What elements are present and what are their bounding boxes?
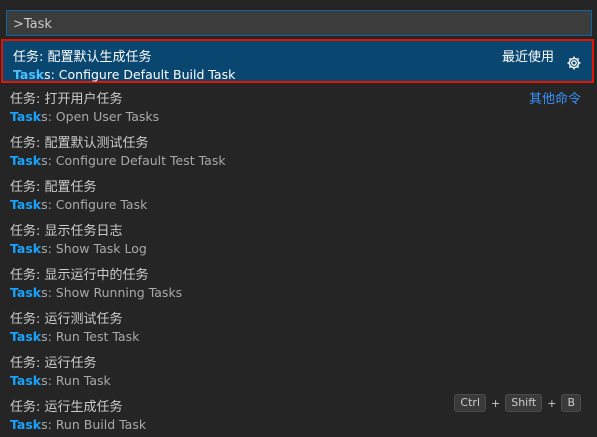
command-label-zh: 任务: 显示运行中的任务 [10,268,149,283]
command-label-en: Tasks: Open User Tasks [10,109,159,124]
recently-used-label: 最近使用 [501,50,554,65]
command-palette: 任务: 配置默认生成任务 Tasks: Configure Default Bu… [0,0,597,437]
key-b: B [561,394,581,412]
match-highlight: Task [13,67,45,82]
command-item-open-user-tasks[interactable]: 任务: 打开用户任务 Tasks: Open User Tasks 其他命令 [0,83,597,127]
command-label-zh: 任务: 配置默认测试任务 [10,136,149,151]
command-item-run-task[interactable]: 任务: 运行任务 Tasks: Run Task [0,347,597,391]
command-label-zh: 任务: 配置任务 [10,180,97,195]
command-item-run-build-task[interactable]: 任务: 运行生成任务 Tasks: Run Build Task Ctrl + … [0,391,597,435]
command-label-rest: s: Run Build Task [41,417,147,432]
key-shift: Shift [505,394,543,412]
match-highlight: Task [10,153,42,168]
command-label-rest: s: Configure Task [41,197,148,212]
command-label-rest: s: Configure Default Test Task [41,153,226,168]
key-ctrl: Ctrl [454,394,486,412]
command-label-en: Tasks: Run Test Task [10,329,139,344]
command-label-zh: 任务: 运行测试任务 [10,312,123,327]
match-highlight: Task [10,329,42,344]
match-highlight: Task [10,285,42,300]
command-label-zh: 任务: 运行任务 [10,356,97,371]
command-label-rest: s: Show Task Log [41,241,147,256]
match-highlight: Task [10,197,42,212]
command-label-en: Tasks: Show Running Tasks [10,285,182,300]
command-label-zh: 任务: 运行生成任务 [10,400,123,415]
keybinding: Ctrl + Shift + B [454,394,581,412]
command-input-box [6,10,592,36]
command-label-zh: 任务: 显示任务日志 [10,224,123,239]
other-commands-label: 其他命令 [528,92,581,107]
match-highlight: Task [10,109,42,124]
command-label-zh: 任务: 配置默认生成任务 [13,50,152,65]
key-separator: + [547,396,557,410]
command-item-configure-task[interactable]: 任务: 配置任务 Tasks: Configure Task [0,171,597,215]
command-item-show-running-tasks[interactable]: 任务: 显示运行中的任务 Tasks: Show Running Tasks [0,259,597,303]
command-item-run-test-task[interactable]: 任务: 运行测试任务 Tasks: Run Test Task [0,303,597,347]
match-highlight: Task [10,417,42,432]
command-label-en: Tasks: Run Build Task [10,417,146,432]
command-item-configure-default-build-task[interactable]: 任务: 配置默认生成任务 Tasks: Configure Default Bu… [1,39,594,83]
command-label-en: Tasks: Configure Task [10,197,147,212]
command-label-en: Tasks: Run Task [10,373,111,388]
match-highlight: Task [10,373,42,388]
command-label-en: Tasks: Configure Default Build Task [13,67,235,82]
command-list: 任务: 配置默认生成任务 Tasks: Configure Default Bu… [0,39,597,437]
command-label-en: Tasks: Show Task Log [10,241,147,256]
gear-icon[interactable] [566,55,582,71]
command-item-show-task-log[interactable]: 任务: 显示任务日志 Tasks: Show Task Log [0,215,597,259]
command-label-rest: s: Show Running Tasks [41,285,183,300]
command-item-configure-default-test-task[interactable]: 任务: 配置默认测试任务 Tasks: Configure Default Te… [0,127,597,171]
key-separator: + [491,396,501,410]
command-label-rest: s: Run Test Task [41,329,140,344]
match-highlight: Task [10,241,42,256]
command-label-rest: s: Open User Tasks [41,109,160,124]
command-input[interactable] [13,15,585,33]
command-label-rest: s: Run Task [41,373,111,388]
command-label-rest: s: Configure Default Build Task [44,67,236,82]
command-label-en: Tasks: Configure Default Test Task [10,153,226,168]
command-label-zh: 任务: 打开用户任务 [10,92,123,107]
